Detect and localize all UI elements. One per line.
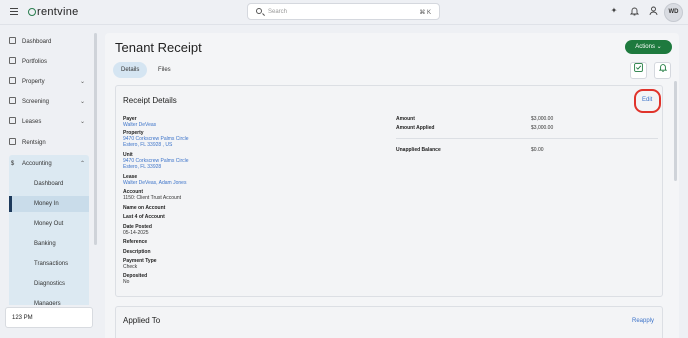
sidebar-subitem-money-in[interactable]: Money In (9, 196, 89, 212)
field-payer: Payer Walter DeVeas (123, 116, 156, 128)
folder-icon (9, 57, 16, 64)
main-scrollbar[interactable] (674, 81, 677, 181)
last4-label: Last 4 of Account (123, 214, 165, 220)
accounting-group: $ Accounting ⌃ Dashboard Money In Money Ou… (9, 155, 89, 305)
account-value: 1150: Client Trust Account (123, 195, 181, 201)
sidebar-item-rentsign[interactable]: Rentsign (9, 136, 89, 150)
applied-to-card: Applied To Reapply (115, 306, 663, 338)
checklist-button[interactable] (630, 62, 647, 79)
sidebar-item-label: Leases (22, 119, 42, 125)
sidebar-subitem-money-out[interactable]: Money Out (9, 216, 89, 232)
unapplied-balance-value: $0.00 (531, 147, 544, 153)
sidebar-item-label: Property (22, 79, 45, 85)
property-link-line2[interactable]: Estero, FL 33928 , US (123, 142, 189, 148)
bell-icon[interactable] (629, 6, 639, 16)
chevron-up-icon: ⌃ (79, 161, 85, 167)
field-description: Description (123, 249, 151, 255)
amount-applied-value: $3,000.00 (531, 125, 554, 131)
field-unit: Unit 9470 Corkscrew Palms Circle Estero,… (123, 152, 189, 170)
actions-label: Actions (635, 44, 655, 50)
payer-link[interactable]: Walter DeVeas (123, 122, 156, 128)
sidebar-item-label: Accounting (22, 161, 52, 167)
logo-text: rentvine (37, 6, 79, 18)
amount-divider (396, 138, 658, 139)
field-account: Account 1150: Client Trust Account (123, 189, 181, 201)
sidebar-subitem-dashboard[interactable]: Dashboard (9, 176, 89, 192)
chevron-down-icon: ⌄ (79, 99, 85, 105)
signature-icon (9, 138, 16, 145)
tab-files[interactable]: Files (150, 62, 179, 78)
reapply-link[interactable]: Reapply (632, 318, 654, 324)
sidebar-item-leases[interactable]: Leases ⌄ (9, 115, 89, 129)
chevron-down-icon: ⌄ (79, 79, 85, 85)
dashboard-icon (9, 37, 16, 44)
sidebar-item-property[interactable]: Property ⌄ (9, 75, 89, 89)
search-input[interactable]: Search ⌘ K (247, 3, 440, 20)
field-last4: Last 4 of Account (123, 214, 165, 220)
sidebar-item-dashboard[interactable]: Dashboard (9, 35, 89, 49)
field-date-posted: Date Posted 05-14-2025 (123, 224, 152, 236)
dollar-icon: $ (10, 161, 15, 167)
field-payment-type: Payment Type Check (123, 258, 157, 270)
field-reference: Reference (123, 239, 147, 245)
sidebar-item-screening[interactable]: Screening ⌄ (9, 95, 89, 109)
menu-icon[interactable] (10, 8, 18, 15)
description-label: Description (123, 249, 151, 255)
page-title: Tenant Receipt (115, 40, 202, 55)
actions-button[interactable]: Actions ⌄ (625, 40, 672, 54)
search-shortcut: ⌘ K (419, 10, 431, 16)
lease-icon (9, 117, 16, 124)
amount-label: Amount (396, 116, 415, 122)
applied-to-title: Applied To (123, 316, 161, 325)
sidebar-subitem-transactions[interactable]: Transactions (9, 256, 89, 272)
sidebar: Dashboard Portfolios Property ⌄ Screening… (3, 30, 98, 305)
person-icon[interactable] (648, 6, 658, 16)
amount-applied-label: Amount Applied (396, 125, 435, 131)
chevron-down-icon: ⌄ (656, 44, 662, 50)
sidebar-subitem-managers[interactable]: Managers (9, 296, 89, 305)
unapplied-balance-label: Unapplied Balance (396, 147, 441, 153)
sidebar-item-label: Portfolios (22, 59, 48, 65)
field-deposited: Deposited No (123, 273, 147, 285)
sidebar-subitem-diagnostics[interactable]: Diagnostics (9, 276, 89, 292)
name-on-account-label: Name on Account (123, 205, 166, 211)
receipt-details-title: Receipt Details (123, 96, 177, 105)
search-icon (256, 8, 262, 14)
main-panel: Tenant Receipt Actions ⌄ Details Files R… (105, 33, 679, 338)
field-lease: Lease Walter DeVeas, Adam Jones (123, 174, 186, 186)
deposited-value: No (123, 279, 130, 285)
lease-link[interactable]: Walter DeVeas, Adam Jones (123, 180, 186, 186)
receipt-details-card: Receipt Details Edit Payer Walter DeVeas… (115, 85, 663, 297)
sidebar-item-label: Dashboard (22, 39, 52, 45)
time-display: 123 PM (5, 307, 93, 328)
avatar[interactable]: WD (664, 3, 683, 22)
field-property: Property 9470 Corkscrew Palms Circle Est… (123, 130, 189, 148)
notification-button[interactable] (654, 62, 671, 79)
sidebar-scrollbar[interactable] (94, 33, 97, 245)
bell-icon (658, 64, 667, 72)
building-icon (9, 77, 16, 84)
edit-square-icon (634, 63, 643, 72)
sparkle-icon[interactable]: ✦ (609, 6, 619, 16)
chevron-down-icon: ⌄ (79, 119, 85, 125)
search-placeholder: Search (268, 9, 288, 15)
amount-value: $3,000.00 (531, 116, 554, 122)
date-posted-value: 05-14-2025 (123, 230, 149, 236)
sidebar-item-portfolios[interactable]: Portfolios (9, 55, 89, 69)
sidebar-item-label: Screening (22, 99, 50, 105)
sidebar-subitem-banking[interactable]: Banking (9, 236, 89, 252)
sidebar-item-label: Rentsign (22, 140, 46, 146)
logo[interactable]: rentvine (28, 6, 79, 18)
unit-link-line2[interactable]: Estero, FL 33928 (123, 164, 189, 170)
sidebar-item-accounting[interactable]: $ Accounting ⌃ (9, 157, 89, 171)
screening-icon (9, 97, 16, 104)
payment-type-value: Check (123, 264, 138, 270)
logo-mark-icon (28, 8, 36, 16)
reference-label: Reference (123, 239, 148, 245)
highlight-circle (634, 89, 661, 113)
top-bar: rentvine Search ⌘ K ✦ WD (0, 0, 688, 25)
field-name-on-account: Name on Account (123, 205, 165, 211)
tab-details[interactable]: Details (113, 62, 148, 78)
